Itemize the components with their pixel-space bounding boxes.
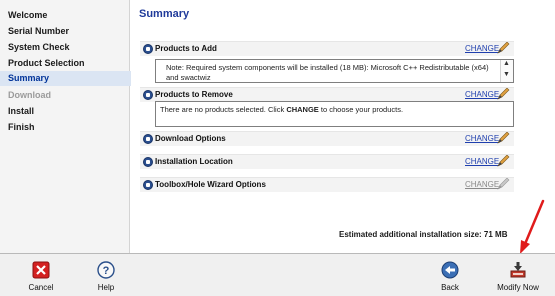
scrollbar[interactable]: ▲ ▼: [500, 60, 513, 82]
scroll-up-icon[interactable]: ▲: [503, 60, 510, 67]
help-button[interactable]: ? Help: [81, 261, 131, 292]
bottom-toolbar: Cancel ? Help Back Modify Now: [0, 253, 555, 296]
detail-text-prefix: There are no products selected. Click: [160, 105, 287, 114]
collapse-icon[interactable]: [143, 44, 153, 54]
change-link[interactable]: CHANGE: [465, 134, 499, 143]
section-products-to-add: Products to Add CHANGE: [140, 41, 514, 56]
section-products-to-remove: Products to Remove CHANGE: [140, 87, 514, 102]
estimated-size: Estimated additional installation size: …: [339, 230, 508, 239]
change-link: CHANGE: [465, 180, 500, 189]
change-link[interactable]: CHANGE: [465, 90, 499, 99]
cancel-icon: [32, 261, 50, 279]
step-summary[interactable]: Summary: [0, 71, 131, 86]
step-product-selection[interactable]: Product Selection: [8, 58, 85, 68]
detail-text: Note: Required system components will be…: [166, 63, 489, 81]
step-welcome[interactable]: Welcome: [8, 10, 47, 20]
section-label: Products to Remove: [155, 90, 233, 99]
section-label: Installation Location: [155, 157, 233, 166]
help-icon: ?: [97, 261, 115, 279]
modify-now-button[interactable]: Modify Now: [490, 261, 546, 292]
modify-now-label: Modify Now: [497, 283, 539, 292]
help-label: Help: [97, 283, 115, 292]
step-install: Install: [8, 106, 35, 116]
change-link[interactable]: CHANGE: [465, 44, 499, 53]
pencil-icon[interactable]: [496, 132, 510, 144]
step-finish: Finish: [8, 122, 35, 132]
expand-icon[interactable]: [143, 134, 153, 144]
cancel-label: Cancel: [28, 283, 54, 292]
back-arrow-icon: [441, 261, 459, 279]
section-installation-location: Installation Location CHANGE: [140, 154, 514, 169]
products-to-remove-detail: There are no products selected. Click CH…: [155, 101, 514, 127]
expand-icon[interactable]: [143, 157, 153, 167]
page-title: Summary: [139, 8, 190, 20]
svg-text:?: ?: [103, 265, 110, 277]
install-icon: [509, 261, 527, 279]
detail-text-bold: CHANGE: [286, 105, 319, 114]
pencil-icon[interactable]: [496, 42, 510, 54]
detail-text-suffix: to choose your products.: [318, 105, 404, 114]
section-label: Products to Add: [155, 44, 217, 53]
section-label: Download Options: [155, 134, 226, 143]
detail-text: There are no products selected. Click CH…: [160, 105, 403, 114]
section-download-options: Download Options CHANGE: [140, 131, 514, 146]
wizard-steps-sidebar: Welcome Serial Number System Check Produ…: [0, 0, 131, 253]
cancel-button[interactable]: Cancel: [16, 261, 66, 292]
pencil-icon: [497, 178, 510, 190]
step-download: Download: [8, 90, 51, 100]
step-system-check[interactable]: System Check: [8, 42, 70, 52]
pencil-icon[interactable]: [496, 88, 510, 100]
section-toolbox-hole-wizard-options: Toolbox/Hole Wizard Options CHANGE: [140, 177, 514, 192]
section-label: Toolbox/Hole Wizard Options: [155, 180, 266, 189]
pencil-icon[interactable]: [496, 155, 510, 167]
scroll-down-icon[interactable]: ▼: [503, 71, 510, 78]
products-to-add-detail: Note: Required system components will be…: [155, 59, 514, 83]
change-link[interactable]: CHANGE: [465, 157, 499, 166]
expand-icon[interactable]: [143, 180, 153, 190]
annotation-arrow-icon: [520, 199, 545, 254]
back-button[interactable]: Back: [425, 261, 475, 292]
collapse-icon[interactable]: [143, 90, 153, 100]
step-serial-number[interactable]: Serial Number: [8, 26, 69, 36]
back-label: Back: [441, 283, 459, 292]
